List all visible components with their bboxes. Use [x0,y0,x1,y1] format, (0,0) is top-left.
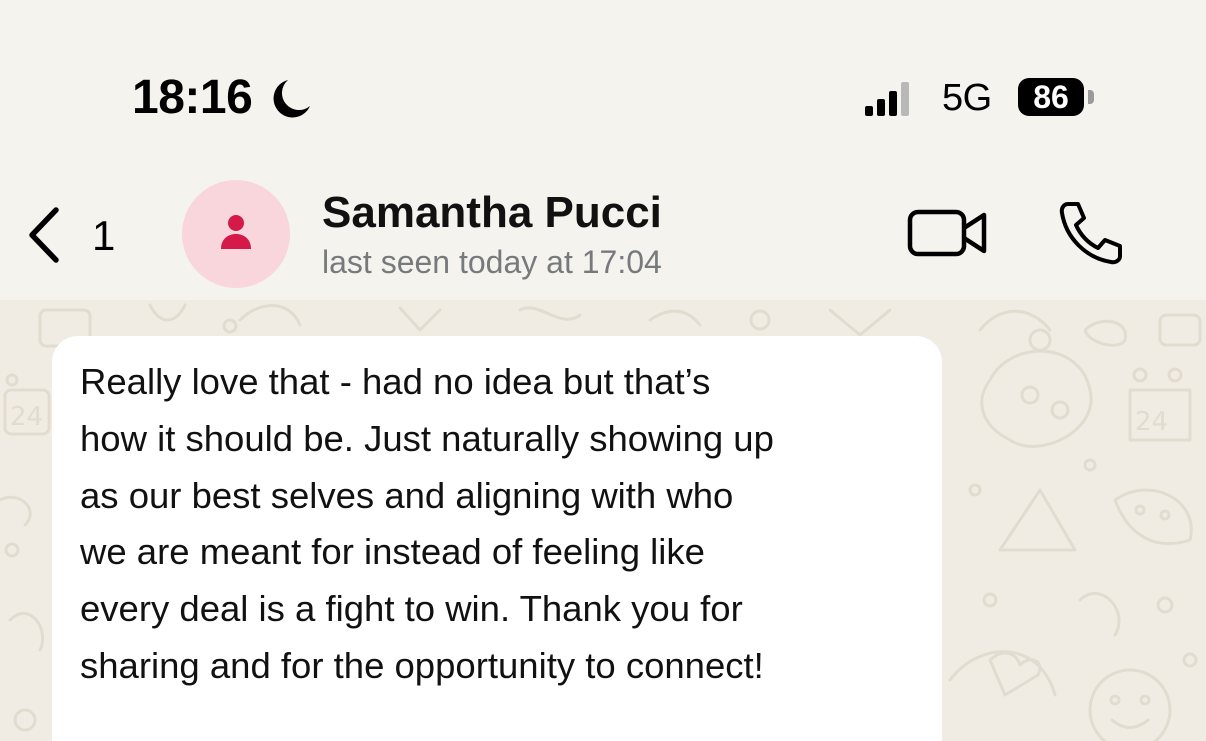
message-text: Really love that - had no idea but that’… [80,354,930,695]
message-line: we are meant for instead of feeling like [80,531,705,573]
chat-area[interactable]: 24 24 Really love that - had no idea but… [0,300,1206,741]
status-time: 18:16 [132,71,253,124]
avatar[interactable] [182,180,290,288]
message-line: every deal is a fight to win. Thank you … [80,588,743,630]
unread-count: 1 [92,212,116,259]
message-line: as our best selves and aligning with who [80,474,734,516]
back-button[interactable]: 1 [22,200,132,270]
network-type: 5G [942,77,992,119]
svg-text:24: 24 [1135,407,1168,437]
contact-name[interactable]: Samantha Pucci [322,188,662,238]
phone-icon[interactable] [1056,200,1126,266]
chat-header: 1 Samantha Pucci last seen today at 17:0… [0,170,1206,300]
chat-screen: 18:16 5G 86 1 Samantha Pucci last seen t… [0,0,1206,741]
battery-icon: 86 [1018,78,1084,116]
battery-tip [1088,90,1094,104]
last-seen-status: last seen today at 17:04 [322,244,662,280]
svg-text:24: 24 [10,402,43,432]
message-line: how it should be. Just naturally showing… [80,417,774,459]
person-icon [221,215,251,249]
status-bar: 18:16 5G 86 [0,0,1206,170]
moon-icon [273,80,310,118]
message-line: sharing and for the opportunity to conne… [80,644,764,686]
chevron-left-icon [29,207,59,263]
video-camera-icon[interactable] [906,204,990,262]
signal-icon [865,82,909,116]
message-line: Really love that - had no idea but that’… [80,361,711,402]
message-bubble[interactable]: Really love that - had no idea but that’… [52,336,942,741]
